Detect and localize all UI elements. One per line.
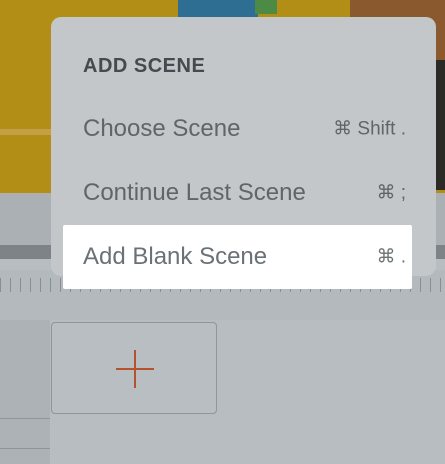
app-canvas: ADD SCENE Choose Scene ⌘ Shift . Continu… [0, 0, 445, 464]
track-divider [0, 448, 50, 449]
add-scene-menu: ADD SCENE Choose Scene ⌘ Shift . Continu… [51, 17, 436, 289]
timeline-track-header [0, 320, 50, 464]
track-divider [0, 418, 50, 419]
menu-item-label: Continue Last Scene [83, 179, 306, 206]
menu-title: ADD SCENE [83, 55, 206, 77]
scene-graphic [255, 0, 277, 14]
plus-icon-vertical [134, 350, 136, 388]
menu-item-shortcut: ⌘ . [376, 246, 406, 268]
menu-item-label: Choose Scene [83, 115, 241, 142]
add-scene-tile[interactable] [51, 322, 217, 414]
menu-item-label: Add Blank Scene [83, 243, 268, 270]
menu-item-add-blank-scene[interactable]: Add Blank Scene ⌘ . [63, 225, 412, 289]
menu-item-shortcut: ⌘ Shift . [333, 118, 406, 140]
menu-item-shortcut: ⌘ ; [376, 182, 406, 204]
menu-item-continue-last-scene[interactable]: Continue Last Scene ⌘ ; [63, 161, 412, 225]
menu-item-choose-scene[interactable]: Choose Scene ⌘ Shift . [63, 97, 412, 161]
